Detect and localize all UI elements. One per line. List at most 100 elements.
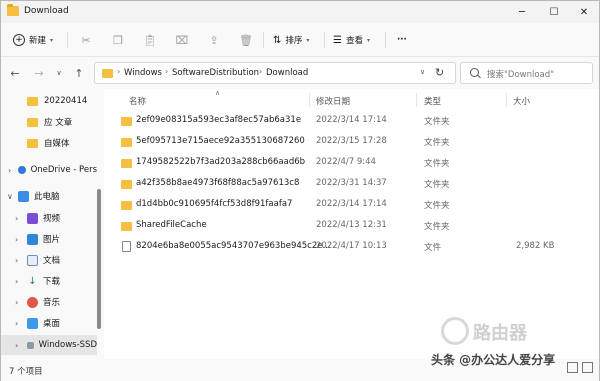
file-size: 2,982 KB (516, 241, 555, 251)
file-modified: 2022/3/15 17:28 (316, 136, 387, 146)
file-modified: 2022/4/13 12:31 (316, 220, 387, 230)
file-modified: 2022/3/31 14:37 (316, 178, 387, 188)
nav-item-label: Windows-SSD (38, 340, 97, 350)
close-icon: ✕ (579, 6, 589, 18)
chevron-right-icon: › (165, 67, 169, 76)
rename-icon[interactable]: ⌧ (174, 32, 190, 48)
close-button[interactable]: ✕ (567, 1, 600, 23)
chevron-right-icon: › (117, 67, 121, 76)
table-row[interactable]: 8204e6ba8e0055ac9543707e963be945c2e... 2… (104, 236, 599, 258)
view-label: 查看 (345, 36, 363, 46)
sort-button[interactable]: ⇅ 排序 ▾ (273, 32, 309, 48)
nav-item-this-pc[interactable]: ∨ 此电脑 (1, 186, 97, 206)
folder-icon (121, 117, 132, 126)
maximize-button[interactable]: ☐ (537, 1, 571, 23)
plus-icon: + (13, 34, 25, 46)
details-view-icon[interactable] (567, 362, 578, 373)
pictures-icon (27, 233, 38, 245)
cut-icon[interactable]: ✂ (78, 32, 94, 48)
view-icon: ☰ (333, 34, 342, 46)
search-placeholder: 搜索"Download" (487, 70, 555, 80)
toolbar-divider (263, 32, 264, 48)
nav-item-pictures[interactable]: › 图片 (1, 229, 97, 249)
nav-item-downloads[interactable]: › ↓ 下载 (1, 271, 97, 291)
copy-icon[interactable]: ❐ (110, 32, 126, 48)
table-row[interactable]: d1d4bb0c910695f4fcf53d8f91faafa7 2022/3/… (104, 194, 599, 216)
chevron-down-icon: ∨ (7, 191, 13, 201)
nav-item-label: 视频 (43, 214, 61, 224)
nav-item-20220414[interactable]: 20220414 (1, 91, 97, 111)
chevron-down-icon: ▾ (366, 36, 370, 44)
chevron-right-icon: › (15, 213, 19, 223)
nav-item-label: 桌面 (43, 319, 61, 329)
breadcrumb-download[interactable]: Download (266, 68, 308, 78)
folder-icon (27, 96, 38, 106)
chevron-down-icon[interactable]: ∨ (420, 68, 425, 76)
delete-icon[interactable]: 🗑︎ (238, 32, 254, 48)
column-divider[interactable] (309, 93, 310, 107)
nav-item-videos[interactable]: › 视频 (1, 208, 97, 228)
computer-icon (18, 190, 29, 202)
refresh-icon[interactable]: ↻ (435, 66, 444, 79)
table-row[interactable]: a42f358b8ae4973f68f88ac5a97613c8 2022/3/… (104, 173, 599, 195)
sort-icon: ⇅ (273, 34, 282, 46)
column-header-name[interactable]: 名称 (129, 95, 146, 107)
folder-icon (121, 180, 132, 189)
download-icon: ↓ (28, 275, 37, 287)
paste-icon[interactable]: 📋︎ (142, 32, 158, 48)
search-icon (470, 68, 479, 77)
file-type: 文件夹 (424, 180, 450, 190)
chevron-right-icon: › (15, 340, 19, 350)
file-name: a42f358b8ae4973f68f88ac5a97613c8 (136, 178, 300, 188)
nav-item-media[interactable]: 自媒体 (1, 133, 97, 153)
chevron-down-icon: ▾ (50, 36, 54, 44)
nav-item-music[interactable]: › 音乐 (1, 292, 97, 312)
table-row[interactable]: 5ef095713e715aece92a355130687260 2022/3/… (104, 131, 599, 153)
nav-item-documents[interactable]: › 文档 (1, 250, 97, 270)
forward-arrow-icon[interactable]: → (31, 65, 47, 81)
nav-item-label: 文档 (43, 256, 61, 266)
column-header-size[interactable]: 大小 (513, 95, 530, 107)
file-name: SharedFileCache (136, 220, 207, 230)
more-options-button[interactable]: ··· (397, 32, 407, 48)
column-header-type[interactable]: 类型 (424, 95, 441, 107)
breadcrumb-windows[interactable]: Windows (124, 68, 162, 78)
chevron-right-icon: › (15, 297, 19, 307)
toolbar-divider (67, 32, 68, 48)
minimize-button[interactable]: ─ (505, 1, 539, 23)
table-row[interactable]: SharedFileCache 2022/4/13 12:31 文件夹 (104, 215, 599, 237)
window-title: Download (24, 6, 69, 16)
breadcrumb-softwaredistribution[interactable]: SoftwareDistribution (172, 68, 259, 78)
file-name: 2ef09e08315a593ec3af8ec57ab6a31e (136, 115, 302, 125)
view-button[interactable]: ☰ 查看 ▾ (333, 32, 370, 48)
address-bar[interactable]: › Windows › SoftwareDistribution › Downl… (94, 62, 456, 84)
file-type: 文件夹 (424, 138, 450, 148)
nav-item-label: 音乐 (43, 298, 61, 308)
nav-item-windows-ssd[interactable]: › Windows-SSD (1, 335, 97, 355)
table-row[interactable]: 1749582522b7f3ad203a288cb66aad6b 2022/4/… (104, 152, 599, 174)
new-button[interactable]: + 新建 ▾ (13, 32, 53, 48)
file-type: 文件夹 (424, 159, 450, 169)
up-arrow-icon[interactable]: ↑ (71, 65, 87, 81)
toolbar-divider (324, 32, 325, 48)
folder-icon (121, 201, 132, 210)
search-input[interactable]: 搜索"Download" (460, 62, 593, 84)
nav-item-desktop[interactable]: › 桌面 (1, 313, 97, 333)
column-divider[interactable] (416, 93, 417, 107)
tiles-view-icon[interactable] (582, 362, 593, 373)
music-icon (27, 296, 38, 308)
file-name: 8204e6ba8e0055ac9543707e963be945c2e... (136, 241, 331, 251)
file-name: d1d4bb0c910695f4fcf53d8f91faafa7 (136, 199, 293, 209)
file-modified: 2022/3/14 17:14 (316, 199, 387, 209)
nav-item-articles[interactable]: 应 文章 (1, 112, 97, 132)
share-icon[interactable]: ⇪ (206, 32, 222, 48)
column-header-modified[interactable]: 修改日期 (316, 95, 350, 107)
cloud-icon (18, 166, 26, 174)
column-divider[interactable] (506, 93, 507, 107)
nav-item-onedrive[interactable]: › OneDrive - Pers (1, 160, 97, 180)
table-row[interactable]: 2ef09e08315a593ec3af8ec57ab6a31e 2022/3/… (104, 110, 599, 132)
recent-chevron-icon[interactable]: ∨ (51, 65, 67, 81)
watermark-text: 头条 @办公达人爱分享 (431, 353, 556, 367)
back-arrow-icon[interactable]: ← (7, 65, 23, 81)
nav-scrollbar[interactable] (97, 189, 101, 329)
